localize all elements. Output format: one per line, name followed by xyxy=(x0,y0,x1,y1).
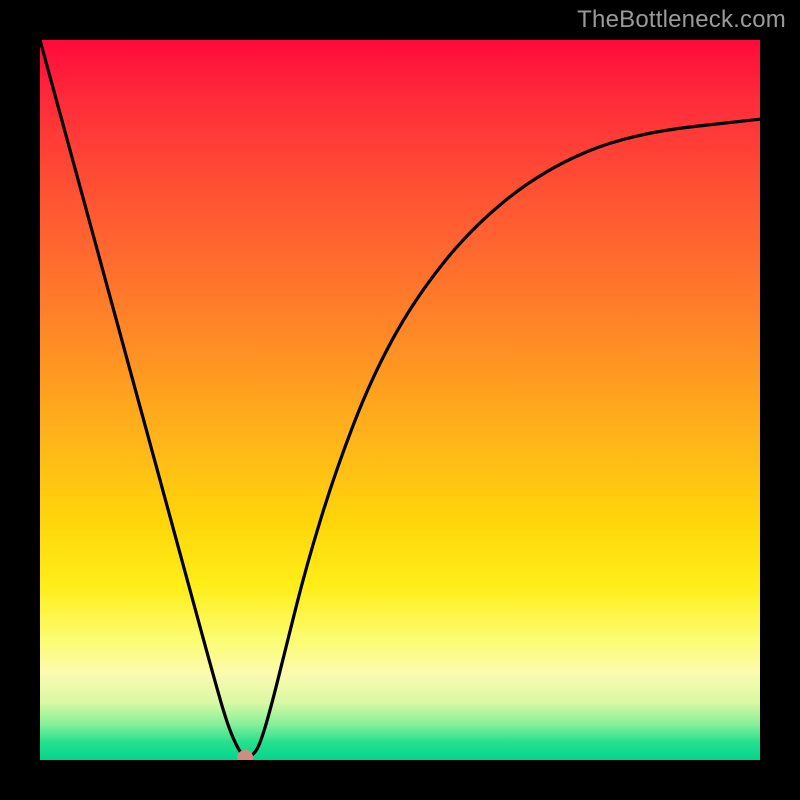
bottleneck-curve xyxy=(40,40,760,757)
watermark-text: TheBottleneck.com xyxy=(577,6,786,34)
curve-svg xyxy=(40,40,760,760)
chart-stage: TheBottleneck.com xyxy=(0,0,800,800)
plot-area xyxy=(40,40,760,760)
